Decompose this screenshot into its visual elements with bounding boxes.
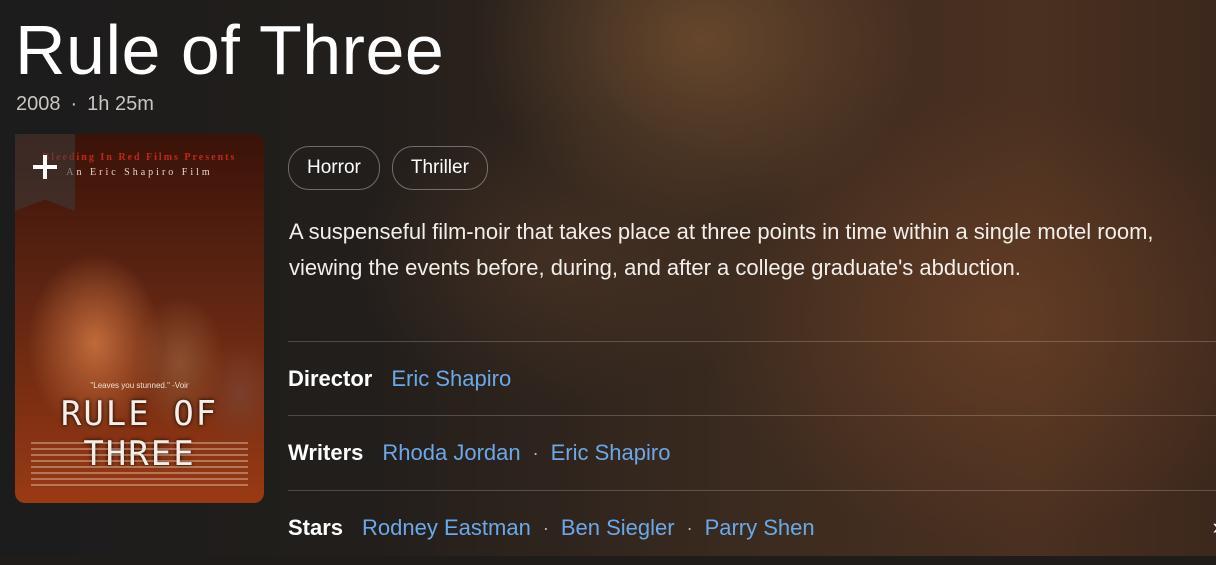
director-label: Director: [288, 366, 373, 391]
star-separator: ·: [686, 517, 693, 538]
writer-link[interactable]: Eric Shapiro: [551, 440, 671, 466]
runtime: 1h 25m: [87, 93, 154, 115]
plus-icon: [33, 155, 57, 179]
genre-chip-thriller[interactable]: Thriller: [391, 146, 488, 190]
star-link[interactable]: Rodney Eastman: [362, 515, 531, 541]
genre-chips: Horror Thriller: [288, 146, 488, 190]
page-title: Rule of Three: [15, 11, 445, 89]
title-meta: 2008 · 1h 25m: [16, 93, 154, 116]
add-to-watchlist-button[interactable]: [15, 134, 75, 211]
release-year[interactable]: 2008: [16, 93, 61, 116]
poster-billing-block: [31, 442, 248, 486]
director-link[interactable]: Eric Shapiro: [391, 366, 511, 392]
writer-link[interactable]: Rhoda Jordan: [382, 440, 520, 466]
writer-separator: ·: [532, 442, 539, 463]
star-separator: ·: [542, 517, 549, 538]
plot-summary: A suspenseful film-noir that takes place…: [289, 219, 1154, 280]
star-link[interactable]: Ben Siegler: [561, 515, 675, 541]
meta-separator: ·: [70, 93, 78, 115]
star-link[interactable]: Parry Shen: [705, 515, 815, 541]
writers-label: Writers: [288, 440, 364, 465]
stars-row: Stars Rodney Eastman · Ben Siegler · Par…: [288, 490, 1216, 565]
director-row: Director Eric Shapiro: [288, 341, 1216, 416]
stars-label: Stars: [288, 515, 344, 540]
genre-chip-horror[interactable]: Horror: [288, 146, 380, 190]
poster-quote: "Leaves you stunned." -Voir: [90, 381, 189, 390]
writers-row: Writers Rhoda Jordan · Eric Shapiro: [288, 415, 1216, 490]
